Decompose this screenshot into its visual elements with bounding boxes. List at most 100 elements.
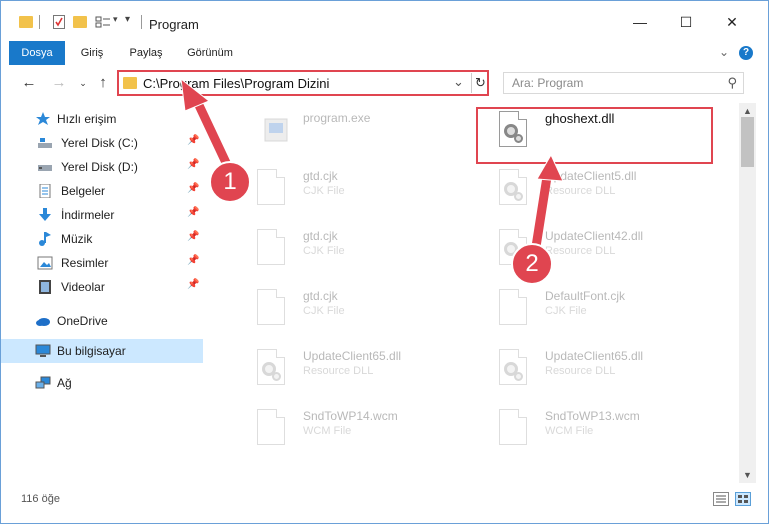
address-bar[interactable]: C:\Program Files\Program Dizini ⌄ ↻ <box>117 70 489 96</box>
file-type: CJK File <box>545 305 587 317</box>
file-icon <box>257 409 293 451</box>
search-placeholder: Ara: Program <box>512 76 584 90</box>
folder-icon <box>19 16 33 28</box>
pin-icon[interactable]: 📌 <box>187 255 199 266</box>
navigation-pane: Hızlı erişim Yerel Disk (C:) 📌 Yerel Dis… <box>1 103 207 483</box>
step-2-badge: 2 <box>511 243 553 285</box>
sidebar-item-local-disk-c[interactable]: Yerel Disk (C:) 📌 <box>1 131 203 155</box>
sidebar-item-label: İndirmeler <box>61 208 115 222</box>
exe-icon <box>257 111 293 153</box>
scroll-down-icon[interactable]: ▼ <box>739 467 756 483</box>
sidebar-item-label: Yerel Disk (C:) <box>61 136 138 150</box>
file-item[interactable]: gtd.cjk CJK File <box>233 163 469 215</box>
refresh-icon[interactable]: ↻ <box>471 73 489 93</box>
vertical-scrollbar[interactable]: ▲ ▼ <box>739 103 756 483</box>
music-icon <box>39 232 51 246</box>
folder-icon <box>123 77 137 89</box>
file-item[interactable]: gtd.cjk CJK File <box>233 223 469 275</box>
file-type: Resource DLL <box>545 365 616 377</box>
star-icon <box>36 112 50 125</box>
sidebar-item-label: Yerel Disk (D:) <box>61 160 138 174</box>
download-icon <box>39 208 51 221</box>
file-name: SndToWP14.wcm <box>303 409 398 423</box>
file-icon <box>499 409 535 451</box>
help-icon[interactable]: ? <box>739 46 753 60</box>
title-bar: ▾ ▾ Program — ☐ ✕ <box>1 1 768 37</box>
new-folder-icon[interactable] <box>73 16 87 28</box>
file-type: WCM File <box>545 425 594 437</box>
sidebar-item-network[interactable]: Ağ <box>1 371 203 395</box>
forward-arrow-icon[interactable]: → <box>49 73 69 93</box>
status-bar: 116 öğe <box>1 489 768 511</box>
minimize-button[interactable]: — <box>617 9 663 35</box>
ribbon-tabs: Dosya Giriş Paylaş Görünüm ⌄ ? <box>1 41 768 65</box>
title-separator <box>141 15 142 29</box>
dll-icon <box>499 169 535 211</box>
file-item[interactable]: UpdateClient5.dll Resource DLL <box>475 163 711 215</box>
tab-view[interactable]: Görünüm <box>177 41 243 65</box>
pin-icon[interactable]: 📌 <box>187 159 199 170</box>
pin-icon[interactable]: 📌 <box>187 183 199 194</box>
step-1-badge: 1 <box>209 161 251 203</box>
file-item[interactable]: gtd.cjk CJK File <box>233 283 469 335</box>
ribbon-expand-icon[interactable]: ⌄ <box>719 45 729 59</box>
maximize-button[interactable]: ☐ <box>663 9 709 35</box>
pictures-icon <box>37 256 53 270</box>
file-item[interactable]: UpdateClient65.dll Resource DLL <box>475 343 711 395</box>
recent-locations-icon[interactable]: ⌄ <box>73 73 93 93</box>
customize-qa-icon[interactable]: ▾ <box>125 14 130 32</box>
tab-home[interactable]: Giriş <box>67 41 117 65</box>
file-type: Resource DLL <box>545 185 616 197</box>
search-input[interactable]: Ara: Program ⚲ <box>503 72 744 94</box>
sidebar-item-label: OneDrive <box>57 314 108 328</box>
sidebar-item-onedrive[interactable]: OneDrive <box>1 309 203 333</box>
tab-file[interactable]: Dosya <box>9 41 65 65</box>
sidebar-item-videos[interactable]: Videolar 📌 <box>1 275 203 299</box>
qa-dropdown-icon[interactable]: ▾ <box>113 14 118 32</box>
file-name: UpdateClient65.dll <box>303 349 402 363</box>
properties-icon[interactable] <box>53 15 65 29</box>
pin-icon[interactable]: 📌 <box>187 207 199 218</box>
file-type: WCM File <box>303 425 352 437</box>
drive-icon <box>38 138 52 148</box>
sidebar-item-music[interactable]: Müzik 📌 <box>1 227 203 251</box>
qa-separator <box>39 15 40 29</box>
search-icon[interactable]: ⚲ <box>727 75 737 91</box>
pin-icon[interactable]: 📌 <box>187 135 199 146</box>
file-item[interactable]: SndToWP14.wcm WCM File <box>233 403 469 455</box>
dll-icon <box>499 349 535 391</box>
item-count: 116 öğe <box>21 493 60 505</box>
pin-icon[interactable]: 📌 <box>187 279 199 290</box>
sidebar-item-local-disk-d[interactable]: Yerel Disk (D:) 📌 <box>1 155 203 179</box>
dll-icon <box>257 349 293 391</box>
pin-icon[interactable]: 📌 <box>187 231 199 242</box>
close-button[interactable]: ✕ <box>709 9 755 35</box>
file-item[interactable]: SndToWP13.wcm WCM File <box>475 403 711 455</box>
address-dropdown-icon[interactable]: ⌄ <box>453 74 464 90</box>
sidebar-item-downloads[interactable]: İndirmeler 📌 <box>1 203 203 227</box>
up-arrow-icon[interactable]: ↑ <box>93 73 113 93</box>
back-arrow-icon[interactable]: ← <box>19 73 39 93</box>
tab-share[interactable]: Paylaş <box>119 41 173 65</box>
address-row: ← → ⌄ ↑ C:\Program Files\Program Dizini … <box>1 67 768 99</box>
large-icons-view-icon[interactable] <box>735 492 751 506</box>
address-path[interactable]: C:\Program Files\Program Dizini <box>143 76 329 91</box>
file-name: program.exe <box>303 111 371 125</box>
file-item[interactable]: program.exe <box>233 105 469 157</box>
documents-icon <box>39 184 51 198</box>
view-options-icon[interactable] <box>95 15 111 29</box>
sidebar-item-pictures[interactable]: Resimler 📌 <box>1 251 203 275</box>
file-name: gtd.cjk <box>303 229 338 243</box>
file-icon <box>257 289 293 331</box>
sidebar-item-this-pc[interactable]: Bu bilgisayar <box>1 339 203 363</box>
file-icon <box>499 289 535 331</box>
sidebar-item-label: Bu bilgisayar <box>57 344 126 358</box>
details-view-icon[interactable] <box>713 492 729 506</box>
video-icon <box>39 280 51 294</box>
file-item[interactable]: UpdateClient65.dll Resource DLL <box>233 343 469 395</box>
sidebar-item-documents[interactable]: Belgeler 📌 <box>1 179 203 203</box>
file-icon <box>257 229 293 271</box>
scroll-thumb[interactable] <box>741 117 754 167</box>
file-item[interactable]: DefaultFont.cjk CJK File <box>475 283 711 335</box>
sidebar-item-quick-access[interactable]: Hızlı erişim <box>1 107 203 131</box>
